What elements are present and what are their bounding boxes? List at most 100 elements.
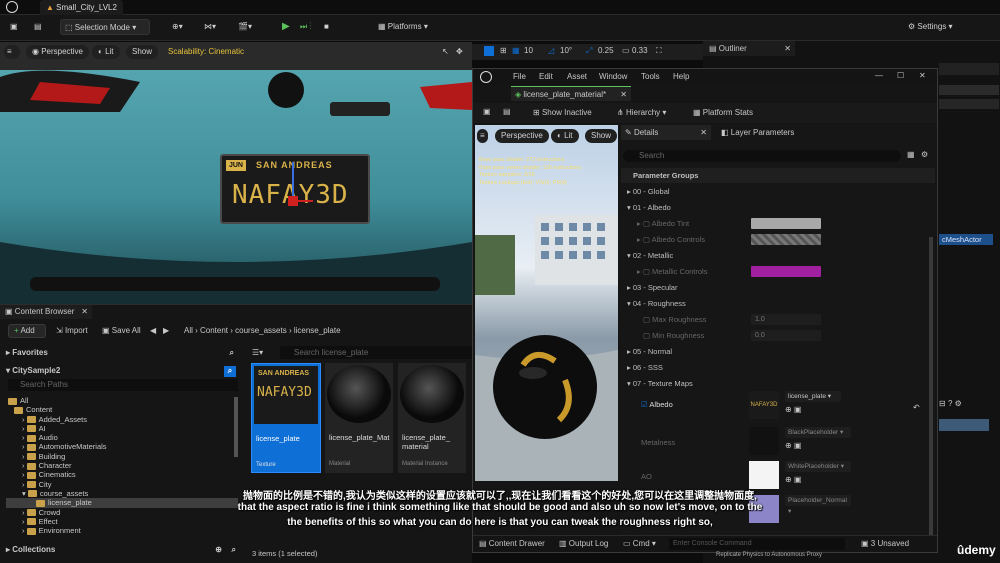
- use-selected-icon[interactable]: ⊕ ▣: [785, 475, 801, 484]
- details-tab[interactable]: ✎ Details ✕: [621, 125, 711, 140]
- preview-viewport[interactable]: ≡ Perspective ◐ Lit Show Base pass shade…: [475, 125, 618, 481]
- play-options-icon[interactable]: ⏭ ⋮: [296, 19, 315, 35]
- tree-item[interactable]: All: [6, 396, 238, 405]
- tree-item[interactable]: › Added_Assets: [6, 415, 238, 424]
- world-icon[interactable]: [484, 46, 494, 56]
- platforms-dropdown[interactable]: ▦ Platforms ▾: [374, 19, 432, 35]
- scale-value[interactable]: 0.25: [598, 46, 614, 55]
- close-icon[interactable]: ✕: [81, 305, 88, 319]
- layer-parameters-tab[interactable]: ◧ Layer Parameters: [717, 125, 827, 140]
- transform-gizmo[interactable]: [286, 162, 313, 222]
- show-inactive-button[interactable]: ⊞ Show Inactive: [533, 108, 592, 117]
- lit-button[interactable]: ◐ Lit: [92, 45, 120, 59]
- albedo-tint-swatch[interactable]: [751, 218, 821, 229]
- outliner-tab[interactable]: ▤ Outliner ✕: [703, 41, 795, 56]
- move-mode-icon[interactable]: ✥: [454, 45, 472, 59]
- group-row[interactable]: ▸ 03 - Specular: [621, 280, 935, 295]
- group-row[interactable]: ▸ 00 - Global: [621, 184, 935, 199]
- favorites-header[interactable]: ▸ Favorites ⌕: [6, 348, 238, 360]
- blueprint-icon[interactable]: ⋈▾: [200, 19, 220, 35]
- group-row[interactable]: ▸ 06 - SSS: [621, 360, 935, 375]
- stop-icon[interactable]: ■: [320, 19, 333, 35]
- reset-icon[interactable]: ⊟: [939, 399, 946, 408]
- close-icon[interactable]: ✕: [784, 41, 791, 56]
- select-mode-icon[interactable]: ↖: [440, 45, 454, 59]
- asset-tile-texture[interactable]: SAN ANDREAS NAFAY3D license_plate Textur…: [251, 363, 321, 473]
- filter-icon[interactable]: ☰▾: [252, 348, 263, 357]
- platform-stats-button[interactable]: ▦ Platform Stats: [693, 108, 753, 117]
- save-icon[interactable]: ▣: [6, 19, 22, 35]
- menu-file[interactable]: File: [513, 72, 526, 81]
- maximize-icon[interactable]: ☐: [897, 71, 904, 80]
- search-paths-input[interactable]: Search Paths: [8, 379, 238, 391]
- metalness-texture-dropdown[interactable]: BlackPlaceholder ▾: [785, 427, 851, 438]
- albedo-texture-thumb[interactable]: NAFAY3D: [749, 391, 779, 419]
- ao-texture-thumb[interactable]: [749, 461, 779, 489]
- breadcrumb-license-plate[interactable]: license_plate: [294, 326, 341, 335]
- angle-snap-icon[interactable]: ◿: [548, 46, 554, 55]
- group-row[interactable]: ▸ 05 - Normal: [621, 344, 935, 359]
- browse-icon[interactable]: ▤: [30, 19, 46, 35]
- angle-value[interactable]: 10°: [560, 46, 572, 55]
- collections-header[interactable]: ▸ Collections ⊕ ⌕: [6, 545, 238, 557]
- outliner-row[interactable]: [939, 85, 999, 95]
- console-input[interactable]: Enter Console Command: [669, 538, 845, 550]
- menu-asset[interactable]: Asset: [567, 72, 587, 81]
- search-icon[interactable]: ⌕: [230, 348, 234, 358]
- settings-button[interactable]: ⚙ Settings ▾: [904, 19, 957, 35]
- settings-icon[interactable]: ⚙: [955, 399, 962, 408]
- metallic-swatch[interactable]: [751, 266, 821, 277]
- outliner-row[interactable]: [939, 99, 999, 109]
- tree-item[interactable]: › AI: [6, 424, 238, 433]
- tree-item[interactable]: Content: [6, 405, 238, 414]
- menu-help[interactable]: Help: [673, 72, 689, 81]
- viewport-menu-icon[interactable]: ≡: [477, 129, 488, 143]
- camera-speed-icon[interactable]: ▭: [622, 46, 630, 55]
- checkbox-checked-icon[interactable]: ☑: [641, 400, 648, 409]
- cmd-dropdown[interactable]: ▭ Cmd ▾: [623, 539, 656, 548]
- maximize-viewport-icon[interactable]: ⛶: [656, 46, 662, 56]
- use-selected-icon[interactable]: ⊕ ▣: [785, 441, 801, 450]
- output-log-button[interactable]: ▥ Output Log: [559, 539, 608, 548]
- grid-view-icon[interactable]: ▦: [907, 150, 915, 159]
- material-tab[interactable]: ◈ license_plate_material* ✕: [511, 86, 631, 101]
- menu-edit[interactable]: Edit: [539, 72, 553, 81]
- reset-arrow-icon[interactable]: ↶: [913, 403, 920, 412]
- min-roughness-field[interactable]: 0.0: [751, 330, 821, 341]
- save-icon[interactable]: ▣: [483, 107, 491, 116]
- help-icon[interactable]: ?: [948, 399, 952, 408]
- asset-tile-material-instance[interactable]: license_plate_ material Material Instanc…: [398, 363, 466, 473]
- hierarchy-button[interactable]: ⋔ Hierarchy ▾: [617, 108, 666, 117]
- cinematics-icon[interactable]: 🎬▾: [234, 19, 256, 35]
- group-row[interactable]: ▾ 07 - Texture Maps: [621, 376, 935, 391]
- tree-item[interactable]: › Cinematics: [6, 470, 238, 479]
- tree-item[interactable]: › Character: [6, 461, 238, 470]
- play-icon[interactable]: ▶: [278, 19, 294, 35]
- mode-dropdown[interactable]: ⬚ Selection Mode ▾: [60, 19, 150, 35]
- minimize-icon[interactable]: —: [875, 71, 883, 80]
- tree-item[interactable]: › AutomotiveMaterials: [6, 442, 238, 451]
- tree-scrollbar[interactable]: [234, 397, 238, 457]
- close-icon[interactable]: ✕: [919, 71, 926, 80]
- breadcrumb-content[interactable]: Content: [200, 326, 228, 335]
- tree-item[interactable]: › Audio: [6, 433, 238, 442]
- metalness-texture-thumb[interactable]: [749, 427, 779, 455]
- project-header[interactable]: ▾ CitySample2 ⌕: [6, 366, 238, 378]
- show-button[interactable]: Show: [585, 129, 618, 143]
- save-all-button[interactable]: ▣ Save All: [102, 326, 141, 335]
- show-button[interactable]: Show: [126, 45, 159, 59]
- perspective-button[interactable]: ◉ Perspective: [26, 45, 89, 59]
- albedo-controls-swatch[interactable]: [751, 234, 821, 245]
- level-viewport[interactable]: JUN SAN ANDREAS NAFAY3D: [0, 42, 472, 304]
- history-back-icon[interactable]: ◀: [150, 326, 156, 335]
- speed-value[interactable]: 0.33: [632, 46, 648, 55]
- perspective-button[interactable]: Perspective: [495, 129, 549, 143]
- menu-tools[interactable]: Tools: [641, 72, 660, 81]
- add-actor-icon[interactable]: ⊕▾: [168, 19, 187, 35]
- albedo-texture-dropdown[interactable]: license_plate ▾: [785, 391, 841, 402]
- content-browser-tab[interactable]: ▣ Content Browser ✕: [0, 305, 92, 319]
- viewport-menu-icon[interactable]: ≡: [4, 45, 20, 59]
- import-button[interactable]: ⇲ Import: [56, 326, 88, 335]
- settings-icon[interactable]: ⚙: [921, 150, 928, 159]
- group-row[interactable]: ▾ 02 - Metallic: [621, 248, 935, 263]
